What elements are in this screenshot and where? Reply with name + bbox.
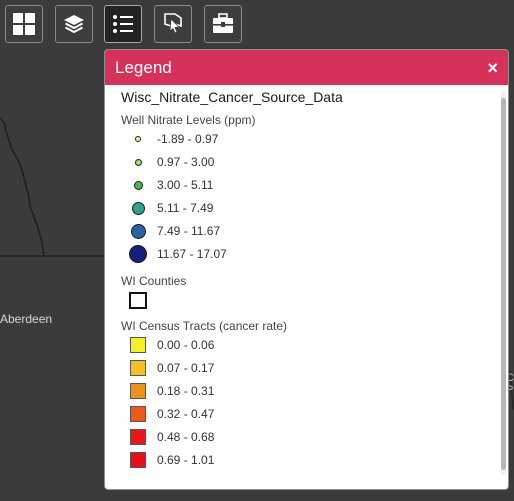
close-icon[interactable]: × bbox=[487, 59, 498, 77]
legend-item: 7.49 - 11.67 bbox=[121, 221, 220, 241]
layer-title: Wisc_Nitrate_Cancer_Source_Data bbox=[121, 89, 343, 105]
grid-icon bbox=[13, 13, 35, 35]
counties-group-title: WI Counties bbox=[121, 274, 187, 288]
basemap-gallery-button[interactable] bbox=[5, 5, 43, 43]
legend-item-label: 11.67 - 17.07 bbox=[157, 247, 227, 261]
legend-symbol bbox=[129, 245, 147, 263]
legend-symbol bbox=[135, 136, 141, 142]
legend-item: 0.48 - 0.68 bbox=[121, 427, 214, 447]
query-select-button[interactable] bbox=[154, 5, 192, 43]
legend-button[interactable] bbox=[104, 5, 142, 43]
map-pointer-icon bbox=[164, 13, 182, 34]
legend-item: 0.00 - 0.06 bbox=[121, 335, 214, 355]
legend-item: 0.07 - 0.17 bbox=[121, 358, 214, 378]
legend-item-label: 5.11 - 7.49 bbox=[157, 201, 214, 215]
legend-item-label: 0.69 - 1.01 bbox=[157, 453, 215, 467]
legend-symbol bbox=[130, 383, 146, 399]
legend-panel-header: Legend × bbox=[105, 50, 508, 85]
legend-symbol bbox=[131, 201, 145, 215]
legend-item: 0.69 - 1.01 bbox=[121, 450, 214, 470]
legend-panel-title: Legend bbox=[115, 57, 172, 77]
layer-list-button[interactable] bbox=[55, 5, 93, 43]
legend-symbol bbox=[134, 158, 142, 166]
legend-symbol bbox=[130, 360, 146, 376]
legend-symbol bbox=[130, 452, 146, 468]
legend-symbol bbox=[130, 429, 146, 445]
legend-symbol bbox=[133, 180, 143, 190]
legend-list-icon bbox=[113, 15, 133, 33]
nitrate-group-title: Well Nitrate Levels (ppm) bbox=[121, 113, 256, 127]
legend-item: -1.89 - 0.97 bbox=[121, 129, 218, 149]
legend-symbol bbox=[130, 223, 146, 239]
legend-item-label: 7.49 - 11.67 bbox=[157, 224, 221, 238]
legend-item-label: 0.18 - 0.31 bbox=[157, 384, 215, 398]
legend-item: 3.00 - 5.11 bbox=[121, 175, 213, 195]
toolbox-icon bbox=[213, 13, 233, 33]
toolbox-button[interactable] bbox=[204, 5, 242, 43]
legend-item-label: 0.07 - 0.17 bbox=[157, 361, 215, 375]
legend-item-label: 3.00 - 5.11 bbox=[157, 178, 214, 192]
legend-item: 0.97 - 3.00 bbox=[121, 152, 214, 172]
legend-item: 11.67 - 17.07 bbox=[121, 244, 227, 264]
legend-panel-body: Wisc_Nitrate_Cancer_Source_Data Well Nit… bbox=[105, 85, 508, 489]
legend-panel: Legend × Wisc_Nitrate_Cancer_Source_Data… bbox=[104, 49, 509, 490]
legend-symbol bbox=[130, 406, 146, 422]
tracts-group-title: WI Census Tracts (cancer rate) bbox=[121, 319, 288, 333]
legend-item: 0.32 - 0.47 bbox=[121, 404, 214, 424]
legend-item-label: -1.89 - 0.97 bbox=[157, 132, 219, 146]
legend-item-label: 0.97 - 3.00 bbox=[157, 155, 215, 169]
legend-item-label: 0.48 - 0.68 bbox=[157, 430, 215, 444]
legend-item-label: 0.32 - 0.47 bbox=[157, 407, 215, 421]
scrollbar-thumb[interactable] bbox=[501, 98, 506, 470]
layers-icon bbox=[64, 15, 84, 34]
legend-item: 0.18 - 0.31 bbox=[121, 381, 214, 401]
legend-item bbox=[121, 290, 155, 310]
legend-item: 5.11 - 7.49 bbox=[121, 198, 213, 218]
legend-item-label: 0.00 - 0.06 bbox=[157, 338, 215, 352]
map-place-label: Aberdeen bbox=[0, 312, 53, 326]
legend-symbol bbox=[130, 337, 146, 353]
county-outline-symbol bbox=[129, 291, 147, 309]
